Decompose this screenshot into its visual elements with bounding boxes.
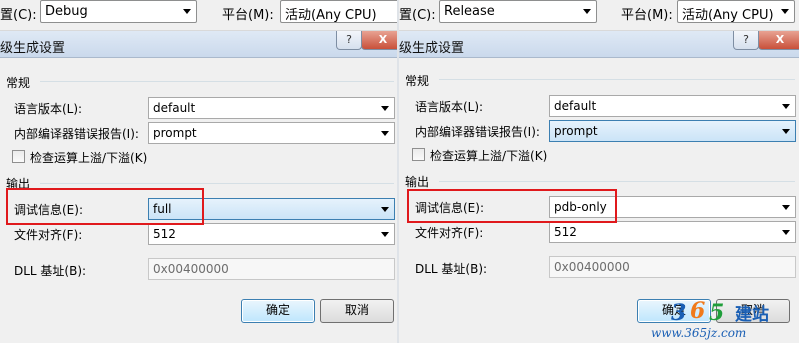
overflow-check-checkbox[interactable] bbox=[412, 148, 425, 161]
dialog-titlebar: 级生成设置 ? X bbox=[0, 31, 398, 58]
toolbar: 置(C): Debug 平台(M): 活动(Any CPU) bbox=[0, 0, 398, 31]
chevron-down-icon bbox=[381, 131, 389, 136]
chevron-down-icon bbox=[782, 230, 790, 235]
watermark-svg: 3 6 5 建站 www.365jz.com bbox=[651, 298, 769, 340]
dialog-title: 级生成设置 bbox=[0, 41, 66, 56]
chevron-down-icon bbox=[782, 129, 790, 134]
language-version-value: default bbox=[554, 99, 597, 113]
internal-error-report-label: 内部编译器错误报告(I): bbox=[415, 125, 540, 139]
ok-button-label: 确定 bbox=[265, 303, 290, 317]
configuration-dropdown[interactable]: Debug bbox=[40, 0, 197, 23]
configuration-label: 置(C): bbox=[0, 8, 37, 23]
internal-error-report-value: prompt bbox=[153, 126, 197, 140]
chevron-down-icon bbox=[583, 9, 591, 14]
group-divider bbox=[439, 181, 795, 182]
dll-base-address-field[interactable]: 0x00400000 bbox=[549, 256, 796, 278]
watermark-digit: 3 bbox=[671, 300, 686, 326]
language-version-dropdown[interactable]: default bbox=[549, 95, 796, 117]
close-button[interactable]: X bbox=[758, 31, 799, 50]
ok-button[interactable]: 确定 bbox=[241, 299, 315, 323]
platform-label: 平台(M): bbox=[222, 8, 274, 23]
highlight-box bbox=[407, 189, 617, 223]
site-watermark-logo: 3 6 5 建站 www.365jz.com bbox=[643, 298, 793, 340]
platform-value: 活动(Any CPU) bbox=[285, 8, 377, 23]
configuration-value: Release bbox=[444, 4, 495, 19]
help-button[interactable]: ? bbox=[336, 31, 362, 50]
overflow-check-label: 检查运算上溢/下溢(K) bbox=[30, 151, 148, 165]
general-group-title: 常规 bbox=[6, 76, 31, 90]
language-version-value: default bbox=[153, 101, 196, 115]
chevron-down-icon bbox=[381, 232, 389, 237]
general-group-title: 常规 bbox=[405, 74, 430, 88]
internal-error-report-label: 内部编译器错误报告(I): bbox=[14, 127, 139, 141]
overflow-check-label: 检查运算上溢/下溢(K) bbox=[430, 149, 548, 163]
overflow-check-checkbox[interactable] bbox=[12, 150, 25, 163]
watermark-digit: 5 bbox=[709, 300, 724, 326]
dll-base-address-label: DLL 基址(B): bbox=[415, 262, 488, 276]
chevron-down-icon bbox=[381, 207, 389, 212]
chevron-down-icon bbox=[381, 106, 389, 111]
chevron-down-icon bbox=[183, 9, 191, 14]
group-divider bbox=[439, 79, 795, 80]
language-version-label: 语言版本(L): bbox=[415, 100, 484, 114]
cancel-button-label: 取消 bbox=[344, 303, 369, 317]
internal-error-report-value: prompt bbox=[554, 124, 598, 138]
dll-base-address-value: 0x00400000 bbox=[554, 260, 630, 274]
chevron-down-icon bbox=[782, 104, 790, 109]
platform-dropdown[interactable]: 活动(Any CPU) bbox=[677, 0, 795, 23]
file-alignment-value: 512 bbox=[153, 227, 176, 241]
group-divider bbox=[40, 81, 394, 82]
file-alignment-dropdown[interactable]: 512 bbox=[148, 223, 395, 245]
platform-value: 活动(Any CPU) bbox=[682, 8, 774, 23]
cancel-button[interactable]: 取消 bbox=[320, 299, 394, 323]
close-icon: X bbox=[775, 33, 785, 46]
configuration-value: Debug bbox=[45, 4, 88, 19]
language-version-dropdown[interactable]: default bbox=[148, 97, 395, 119]
debug-settings-panel: 置(C): Debug 平台(M): 活动(Any CPU) 级生成设置 ? X… bbox=[0, 0, 398, 343]
configuration-dropdown[interactable]: Release bbox=[439, 0, 597, 23]
release-settings-panel: 置(C): Release 平台(M): 活动(Any CPU) 级生成设置 ?… bbox=[399, 0, 799, 343]
dll-base-address-label: DLL 基址(B): bbox=[14, 264, 87, 278]
group-divider bbox=[40, 183, 394, 184]
file-alignment-dropdown[interactable]: 512 bbox=[549, 221, 796, 243]
watermark-url: www.365jz.com bbox=[651, 326, 746, 340]
dll-base-address-field[interactable]: 0x00400000 bbox=[148, 258, 395, 280]
toolbar: 置(C): Release 平台(M): 活动(Any CPU) bbox=[399, 0, 799, 31]
chevron-down-icon bbox=[782, 205, 790, 210]
output-group-title: 输出 bbox=[405, 175, 430, 189]
platform-dropdown[interactable]: 活动(Any CPU) bbox=[280, 0, 398, 23]
close-icon: X bbox=[378, 33, 388, 46]
close-button[interactable]: X bbox=[361, 31, 398, 50]
file-alignment-label: 文件对齐(F): bbox=[14, 228, 83, 242]
configuration-label: 置(C): bbox=[399, 8, 436, 23]
dialog-title: 级生成设置 bbox=[399, 41, 465, 56]
help-icon: ? bbox=[743, 33, 749, 46]
watermark-digit: 6 bbox=[690, 300, 705, 324]
platform-label: 平台(M): bbox=[621, 8, 673, 23]
file-alignment-label: 文件对齐(F): bbox=[415, 226, 484, 240]
help-icon: ? bbox=[346, 33, 352, 46]
highlight-box bbox=[6, 188, 204, 225]
internal-error-report-dropdown[interactable]: prompt bbox=[549, 120, 796, 142]
dll-base-address-value: 0x00400000 bbox=[153, 262, 229, 276]
language-version-label: 语言版本(L): bbox=[14, 102, 83, 116]
help-button[interactable]: ? bbox=[733, 31, 759, 50]
chevron-down-icon bbox=[781, 9, 789, 14]
dialog-titlebar: 级生成设置 ? X bbox=[399, 31, 799, 58]
internal-error-report-dropdown[interactable]: prompt bbox=[148, 122, 395, 144]
watermark-text: 建站 bbox=[735, 304, 769, 325]
file-alignment-value: 512 bbox=[554, 225, 577, 239]
